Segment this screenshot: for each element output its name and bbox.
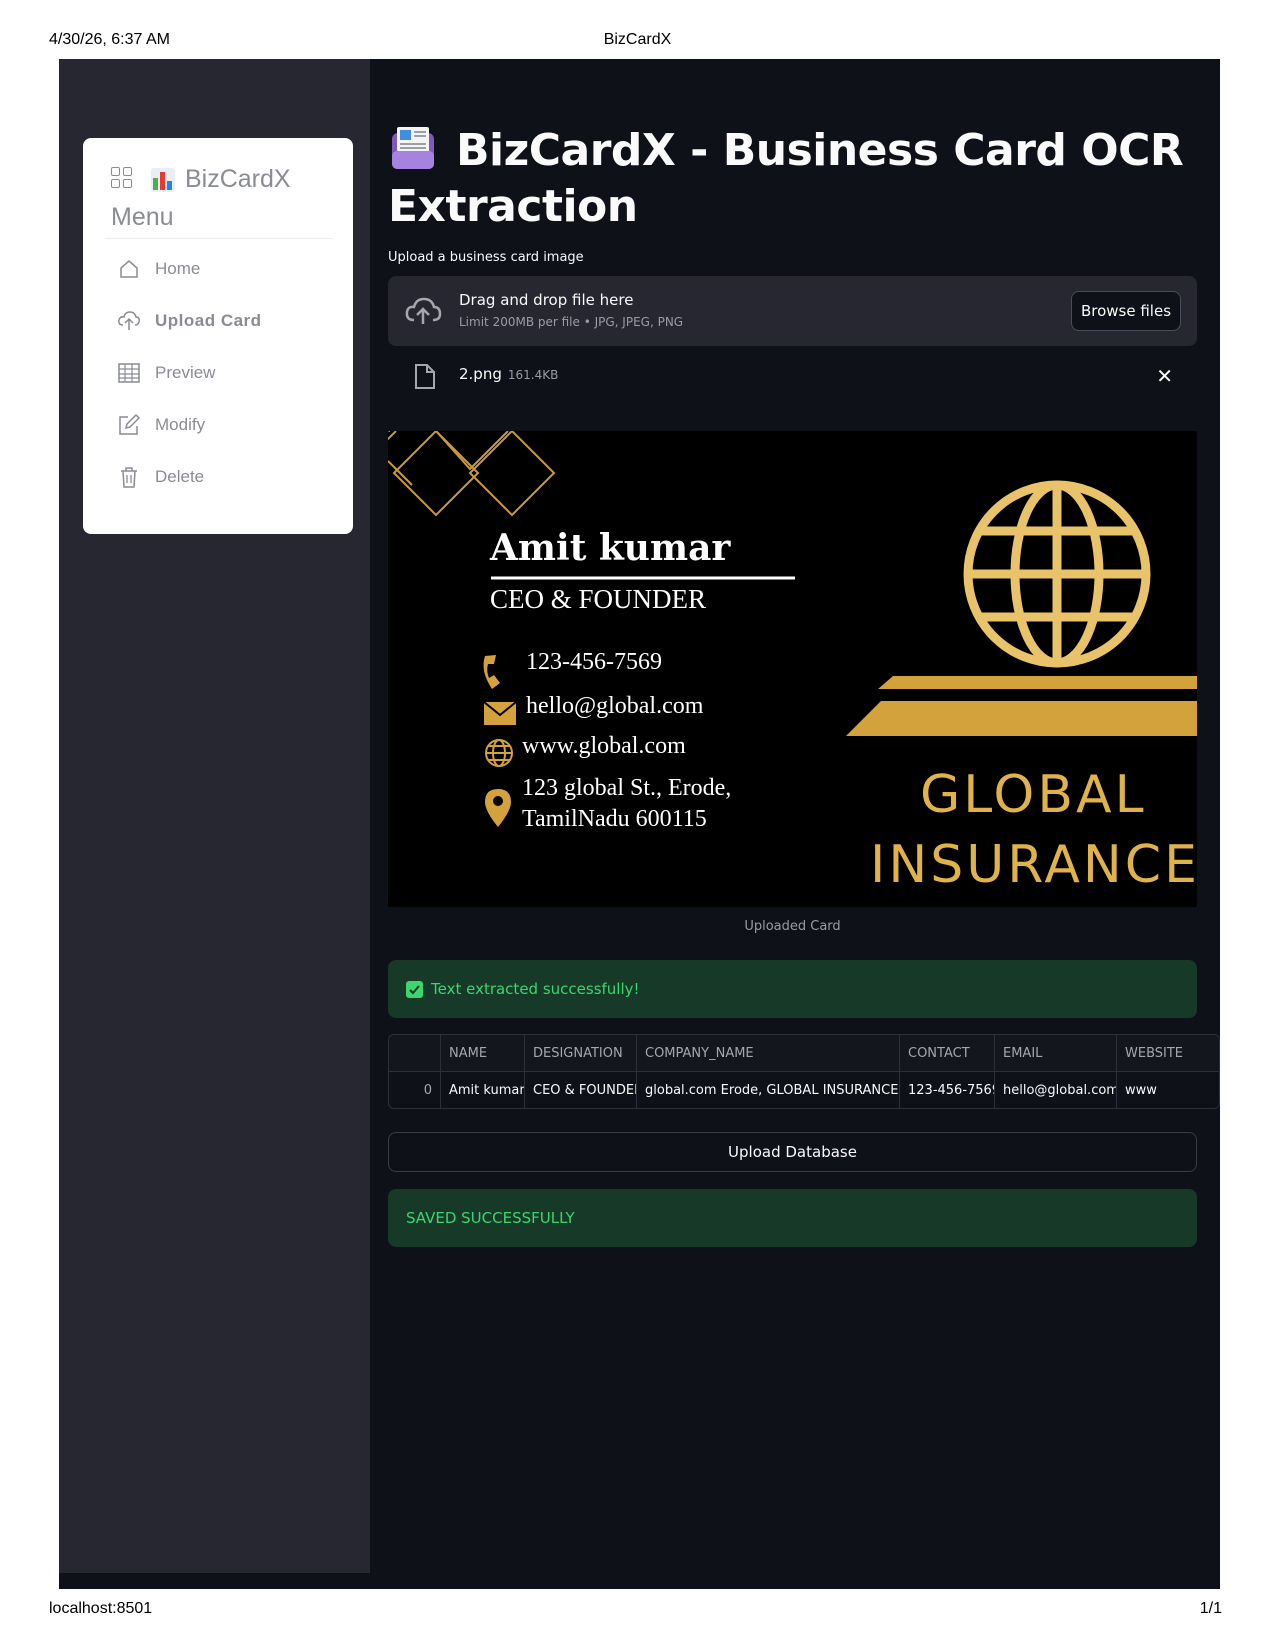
table-header-cell[interactable]: COMPANY_NAME <box>637 1035 900 1072</box>
uploaded-file-row: 2.png 161.4KB ✕ <box>388 355 1197 399</box>
table-cell[interactable]: www <box>1117 1072 1219 1108</box>
uploaded-card-image: Amit kumar CEO & FOUNDER 123-456-7569 he… <box>388 431 1197 907</box>
saved-alert: SAVED SUCCESSFULLY <box>388 1189 1197 1247</box>
print-page-title: BizCardX <box>603 31 672 48</box>
table-header-cell[interactable]: NAME <box>441 1035 525 1072</box>
page-title: BizCardX - Business Card OCR Extraction <box>388 123 1188 235</box>
card-designation: CEO & FOUNDER <box>490 584 707 614</box>
sidebar-item-label: Delete <box>155 467 205 486</box>
grid-icon <box>111 167 133 189</box>
main-content: BizCardX - Business Card OCR Extraction … <box>370 59 1220 1589</box>
sidebar-item-preview[interactable]: Preview <box>117 356 327 390</box>
sidebar-item-label: Upload Card <box>155 311 262 330</box>
extracted-data-table[interactable]: NAME DESIGNATION COMPANY_NAME CONTACT EM… <box>388 1034 1220 1109</box>
upload-database-button[interactable]: Upload Database <box>388 1132 1197 1172</box>
card-company-line2: INSURANCE <box>870 835 1197 895</box>
card-website: www.global.com <box>522 733 686 759</box>
dropzone-title: Drag and drop file here <box>459 291 634 309</box>
print-page-number: 1/1 <box>1199 1600 1222 1617</box>
card-name: Amit kumar <box>490 527 731 569</box>
success-text: Text extracted successfully! <box>431 980 640 998</box>
menu-brand: BizCardX <box>185 165 291 193</box>
table-header-cell[interactable]: CONTACT <box>900 1035 995 1072</box>
card-email: hello@global.com <box>526 693 704 719</box>
bar-chart-icon <box>151 168 175 192</box>
file-icon <box>414 363 436 390</box>
menu-divider <box>105 238 333 239</box>
table-row: 0 Amit kumar CEO & FOUNDER global.com Er… <box>389 1072 1219 1108</box>
card-company-line1: GLOBAL <box>920 765 1147 825</box>
sidebar-item-upload-card[interactable]: Upload Card <box>117 304 327 338</box>
check-icon <box>406 980 423 998</box>
sidebar-item-label: Modify <box>155 415 206 434</box>
table-header-cell[interactable]: WEBSITE <box>1117 1035 1219 1072</box>
table-header-row: NAME DESIGNATION COMPANY_NAME CONTACT EM… <box>389 1035 1219 1072</box>
pencil-square-icon <box>117 413 141 437</box>
table-cell[interactable]: CEO & FOUNDER <box>525 1072 637 1108</box>
close-icon[interactable]: ✕ <box>1156 364 1173 388</box>
option-menu: BizCardX Menu Home Upload Card Preview M… <box>83 138 353 534</box>
table-header-cell[interactable]: DESIGNATION <box>525 1035 637 1072</box>
sidebar-item-label: Preview <box>155 363 216 382</box>
file-dropzone[interactable]: Drag and drop file here Limit 200MB per … <box>388 276 1197 346</box>
table-icon <box>117 361 141 385</box>
browse-files-button[interactable]: Browse files <box>1071 291 1181 331</box>
card-phone: 123-456-7569 <box>526 649 662 675</box>
uploader-label: Upload a business card image <box>388 250 584 265</box>
card-address-line1: 123 global St., Erode, <box>522 775 732 801</box>
success-alert: Text extracted successfully! <box>388 960 1197 1018</box>
table-cell[interactable]: global.com Erode, GLOBAL INSURANCE St , <box>637 1072 900 1108</box>
home-icon <box>117 257 141 281</box>
sidebar-item-delete[interactable]: Delete <box>117 460 327 494</box>
file-name: 2.png 161.4KB <box>459 365 558 383</box>
card-address-line2: TamilNadu 600115 <box>522 806 707 832</box>
table-header-cell <box>389 1035 441 1072</box>
file-size: 161.4KB <box>507 368 559 382</box>
trash-icon <box>117 465 141 489</box>
cloud-upload-icon <box>404 294 442 328</box>
image-caption: Uploaded Card <box>744 919 841 934</box>
table-cell[interactable]: 123-456-7569 <box>900 1072 995 1108</box>
page-title-text: BizCardX - Business Card OCR Extraction <box>388 125 1184 232</box>
dropzone-subtitle: Limit 200MB per file • JPG, JPEG, PNG <box>459 315 684 329</box>
sidebar: BizCardX Menu Home Upload Card Preview M… <box>59 59 370 1573</box>
app-window: BizCardX Menu Home Upload Card Preview M… <box>59 59 1220 1589</box>
card-index-icon <box>388 123 438 171</box>
saved-text: SAVED SUCCESSFULLY <box>406 1209 575 1227</box>
table-cell[interactable]: Amit kumar <box>441 1072 525 1108</box>
menu-title: Menu <box>111 203 174 231</box>
file-name-text: 2.png <box>459 365 502 383</box>
sidebar-item-label: Home <box>155 259 201 278</box>
menu-header: BizCardX Menu <box>111 160 341 236</box>
sidebar-item-modify[interactable]: Modify <box>117 408 327 442</box>
sidebar-item-home[interactable]: Home <box>117 252 327 286</box>
cloud-upload-icon <box>117 309 141 333</box>
table-cell[interactable]: hello@global.com <box>995 1072 1117 1108</box>
table-header-cell[interactable]: EMAIL <box>995 1035 1117 1072</box>
print-url: localhost:8501 <box>49 1600 153 1617</box>
table-cell: 0 <box>389 1072 441 1108</box>
